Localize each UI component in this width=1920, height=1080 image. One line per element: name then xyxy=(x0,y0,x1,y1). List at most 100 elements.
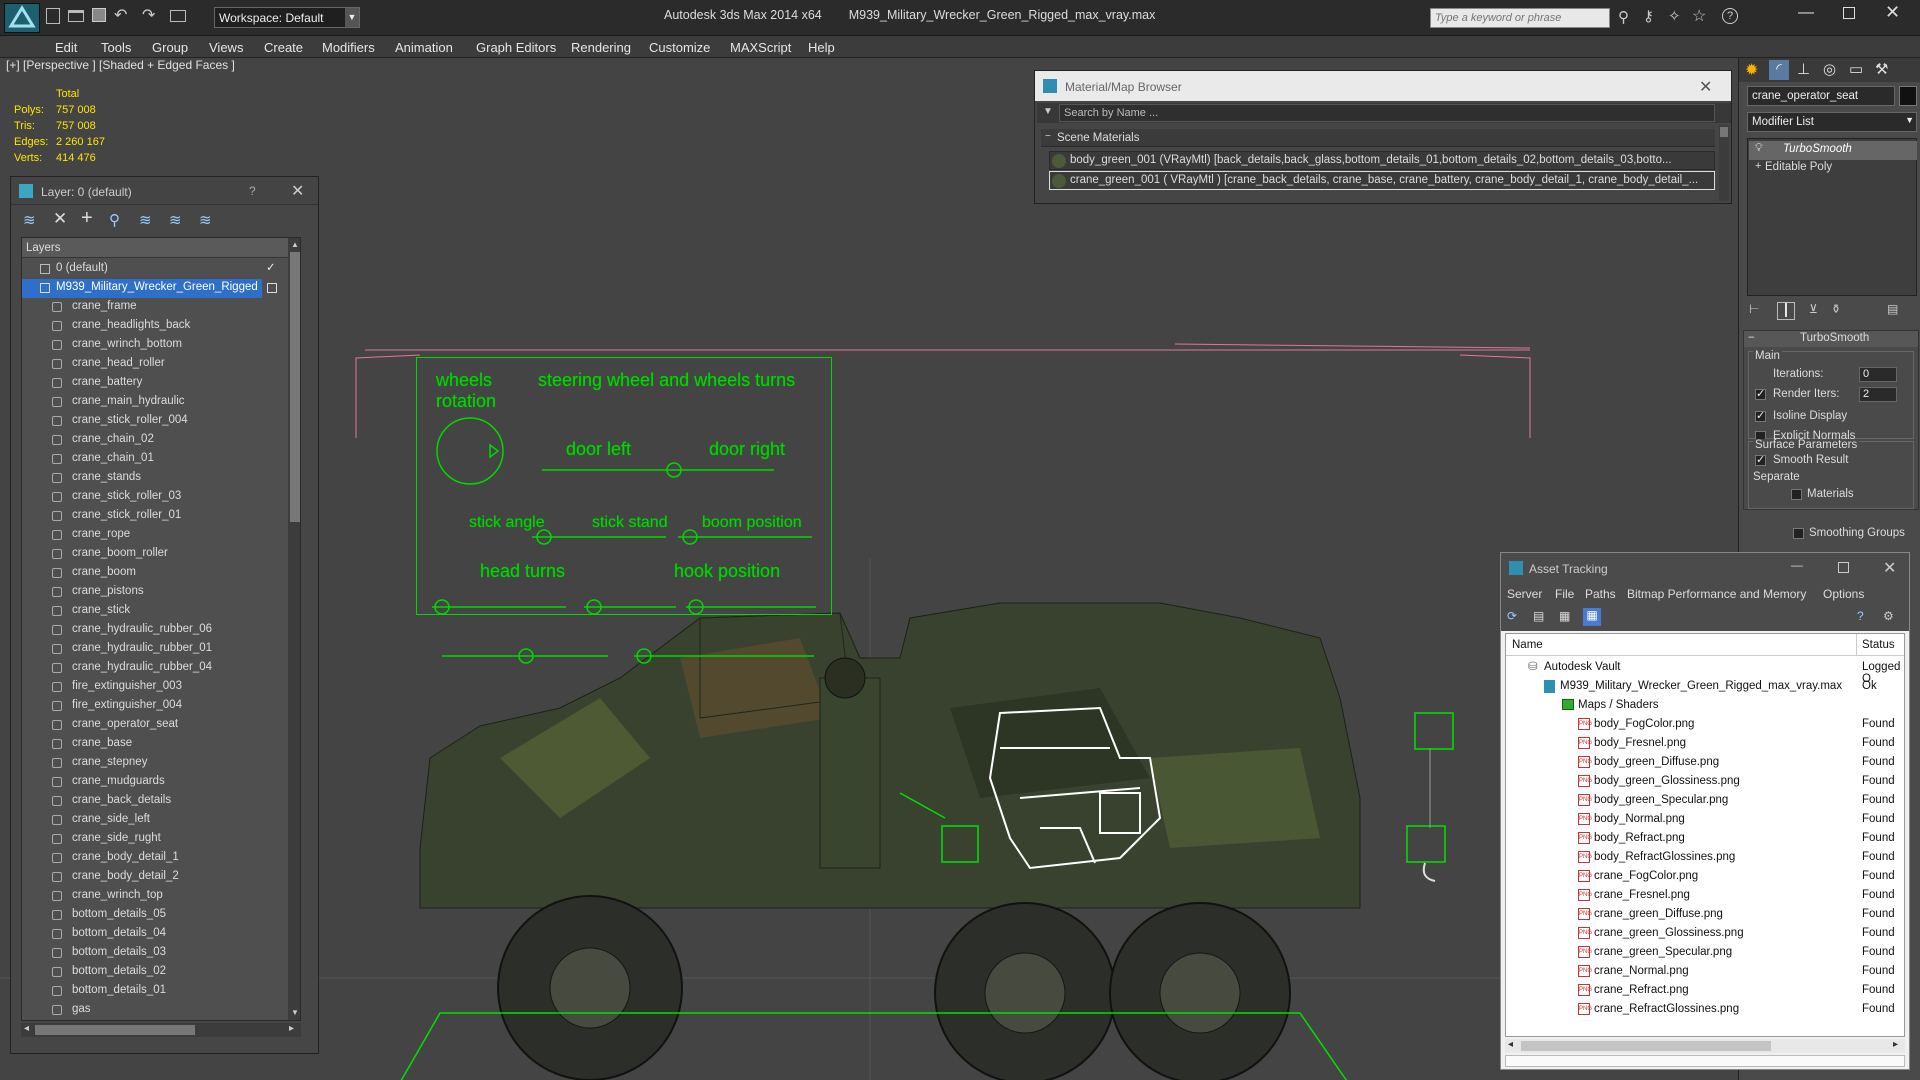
motion-tab-icon[interactable]: ◎ xyxy=(1823,60,1836,78)
layer-item[interactable]: crane_pistons xyxy=(22,583,286,602)
map-row[interactable]: PNG body_green_Diffuse.png Found xyxy=(1506,753,1904,772)
remove-modifier-icon[interactable]: ⚱ xyxy=(1831,302,1841,316)
make-unique-icon[interactable]: ⊻ xyxy=(1809,302,1818,316)
layer-item[interactable]: crane_hydraulic_rubber_06 xyxy=(22,621,286,640)
scene-materials-header[interactable]: − Scene Materials xyxy=(1041,129,1715,147)
favorites-star-icon[interactable]: ☆ xyxy=(1692,6,1706,26)
set-current-layer-icon[interactable]: ≋ xyxy=(169,211,182,229)
render-iters-checkbox[interactable] xyxy=(1755,387,1766,400)
close-icon[interactable]: ✕ xyxy=(291,181,304,201)
minimize-icon[interactable]: — xyxy=(1798,4,1814,22)
add-to-layer-icon[interactable]: + xyxy=(81,207,93,230)
menu-views[interactable]: Views xyxy=(209,40,243,55)
layer-item[interactable]: crane_wrinch_bottom xyxy=(22,336,286,355)
horizontal-scrollbar[interactable]: ◂ ▸ xyxy=(21,1023,301,1037)
render-iters-spinner[interactable]: 2 xyxy=(1859,387,1897,402)
hide-all-layers-icon[interactable]: ≋ xyxy=(199,211,212,229)
open-file-icon[interactable] xyxy=(68,10,84,22)
layer-item[interactable]: crane_stepney xyxy=(22,754,286,773)
layer-item[interactable]: crane_side_left xyxy=(22,811,286,830)
map-row[interactable]: PNG crane_Fresnel.png Found xyxy=(1506,886,1904,905)
asset-row-vault[interactable]: ⛁ Autodesk Vault Logged O xyxy=(1506,658,1904,685)
app-logo[interactable] xyxy=(4,3,40,33)
layers-column-header[interactable]: Layers xyxy=(22,238,300,258)
map-row[interactable]: PNG crane_Refract.png Found xyxy=(1506,981,1904,1000)
menu-graph-editors[interactable]: Graph Editors xyxy=(476,40,556,55)
show-end-result-icon[interactable]: ┃ xyxy=(1777,302,1795,320)
layer-item[interactable]: crane_main_hydraulic xyxy=(22,393,286,412)
scroll-left-icon[interactable]: ◂ xyxy=(1508,1039,1513,1050)
scroll-left-icon[interactable]: ◂ xyxy=(24,1023,29,1034)
layer-selected[interactable]: M939_Military_Wrecker_Green_Rigged xyxy=(22,279,262,298)
layer-item[interactable]: crane_body_detail_2 xyxy=(22,868,286,887)
minimize-icon[interactable]: — xyxy=(1791,558,1803,572)
rig-sliders[interactable] xyxy=(416,357,832,615)
filter-icon[interactable]: ▼ xyxy=(1043,106,1053,117)
layer-item[interactable]: crane_head_roller xyxy=(22,355,286,374)
refresh-icon[interactable]: ⟳ xyxy=(1507,609,1517,623)
map-row[interactable]: PNG body_Fresnel.png Found xyxy=(1506,734,1904,753)
layer-item[interactable]: crane_headlights_back xyxy=(22,317,286,336)
menu-customize[interactable]: Customize xyxy=(649,40,710,55)
expand-icon[interactable]: + xyxy=(1755,160,1761,172)
map-row[interactable]: PNG body_green_Specular.png Found xyxy=(1506,791,1904,810)
layer-item[interactable]: crane_wrinch_top xyxy=(22,887,286,906)
hierarchy-tab-icon[interactable]: ⊥ xyxy=(1797,60,1810,78)
layer-item[interactable]: bottom_details_01 xyxy=(22,982,286,1001)
search-box[interactable] xyxy=(1430,8,1610,28)
delete-layer-icon[interactable]: ✕ xyxy=(53,209,67,229)
asset-menu-options[interactable]: Options xyxy=(1823,587,1864,601)
layer-item[interactable]: crane_side_rught xyxy=(22,830,286,849)
layer-item[interactable]: crane_hydraulic_rubber_04 xyxy=(22,659,286,678)
menu-edit[interactable]: Edit xyxy=(55,40,77,55)
layer-item[interactable]: crane_base xyxy=(22,735,286,754)
stack-item-turbosmooth[interactable]: 💡︎ TurboSmooth xyxy=(1749,141,1917,160)
rig-sliders-lower[interactable] xyxy=(416,638,836,668)
layer-render-checkbox[interactable] xyxy=(267,283,277,293)
new-file-icon[interactable] xyxy=(46,8,60,24)
material-item[interactable]: body_green_001 (VRayMtl) [back_details,b… xyxy=(1049,151,1715,170)
layer-item[interactable]: crane_battery xyxy=(22,374,286,393)
layer-item[interactable]: crane_hydraulic_rubber_01 xyxy=(22,640,286,659)
undo-icon[interactable]: ↶ xyxy=(114,5,127,25)
maximize-icon[interactable] xyxy=(1838,562,1849,573)
layer-item[interactable]: crane_body_detail_1 xyxy=(22,849,286,868)
project-folder-icon[interactable] xyxy=(170,10,186,22)
layer-item[interactable]: crane_stick_roller_03 xyxy=(22,488,286,507)
layer-item[interactable]: gas xyxy=(22,1001,286,1020)
layer-item[interactable]: crane_boom xyxy=(22,564,286,583)
menu-maxscript[interactable]: MAXScript xyxy=(730,40,791,55)
smooth-result-checkbox[interactable] xyxy=(1755,453,1766,466)
table-view-icon[interactable]: ▦ xyxy=(1559,609,1570,623)
map-row[interactable]: PNG body_Refract.png Found xyxy=(1506,829,1904,848)
map-row[interactable]: PNG crane_FogColor.png Found xyxy=(1506,867,1904,886)
layer-item[interactable]: crane_frame xyxy=(22,298,286,317)
map-row[interactable]: PNG body_green_Glossiness.png Found xyxy=(1506,772,1904,791)
asset-row-folder[interactable]: Maps / Shaders xyxy=(1506,696,1904,715)
map-row[interactable]: PNG crane_RefractGlossines.png Found xyxy=(1506,1000,1904,1019)
turbosmooth-rollout-header[interactable]: − TurboSmooth xyxy=(1744,331,1918,347)
stack-item-editable-poly[interactable]: + Editable Poly xyxy=(1749,159,1917,178)
map-row[interactable]: PNG body_FogColor.png Found xyxy=(1506,715,1904,734)
bulb-icon[interactable]: 💡︎ xyxy=(1755,142,1763,155)
search-input[interactable] xyxy=(1431,9,1609,27)
menu-rendering[interactable]: Rendering xyxy=(571,40,631,55)
name-column-header[interactable]: Name xyxy=(1512,639,1543,651)
scroll-right-icon[interactable]: ▸ xyxy=(289,1023,294,1034)
layer-item[interactable]: crane_rope xyxy=(22,526,286,545)
scroll-thumb[interactable] xyxy=(290,252,300,522)
redo-icon[interactable]: ↷ xyxy=(142,5,155,25)
layer-item[interactable]: bottom_details_03 xyxy=(22,944,286,963)
map-row[interactable]: PNG body_RefractGlossines.png Found xyxy=(1506,848,1904,867)
map-row[interactable]: PNG crane_green_Specular.png Found xyxy=(1506,943,1904,962)
binoculars-icon[interactable]: ⚲ xyxy=(1618,8,1629,26)
menu-modifiers[interactable]: Modifiers xyxy=(322,40,375,55)
map-row[interactable]: PNG crane_green_Glossiness.png Found xyxy=(1506,924,1904,943)
layer-item[interactable]: crane_stick_roller_004 xyxy=(22,412,286,431)
layer-item[interactable]: crane_mudguards xyxy=(22,773,286,792)
help-icon[interactable]: ? xyxy=(249,184,256,198)
menu-tools[interactable]: Tools xyxy=(101,40,131,55)
select-objects-icon[interactable]: ⚲ xyxy=(109,211,120,229)
column-divider[interactable] xyxy=(1856,634,1857,656)
materials-checkbox[interactable] xyxy=(1791,489,1802,500)
